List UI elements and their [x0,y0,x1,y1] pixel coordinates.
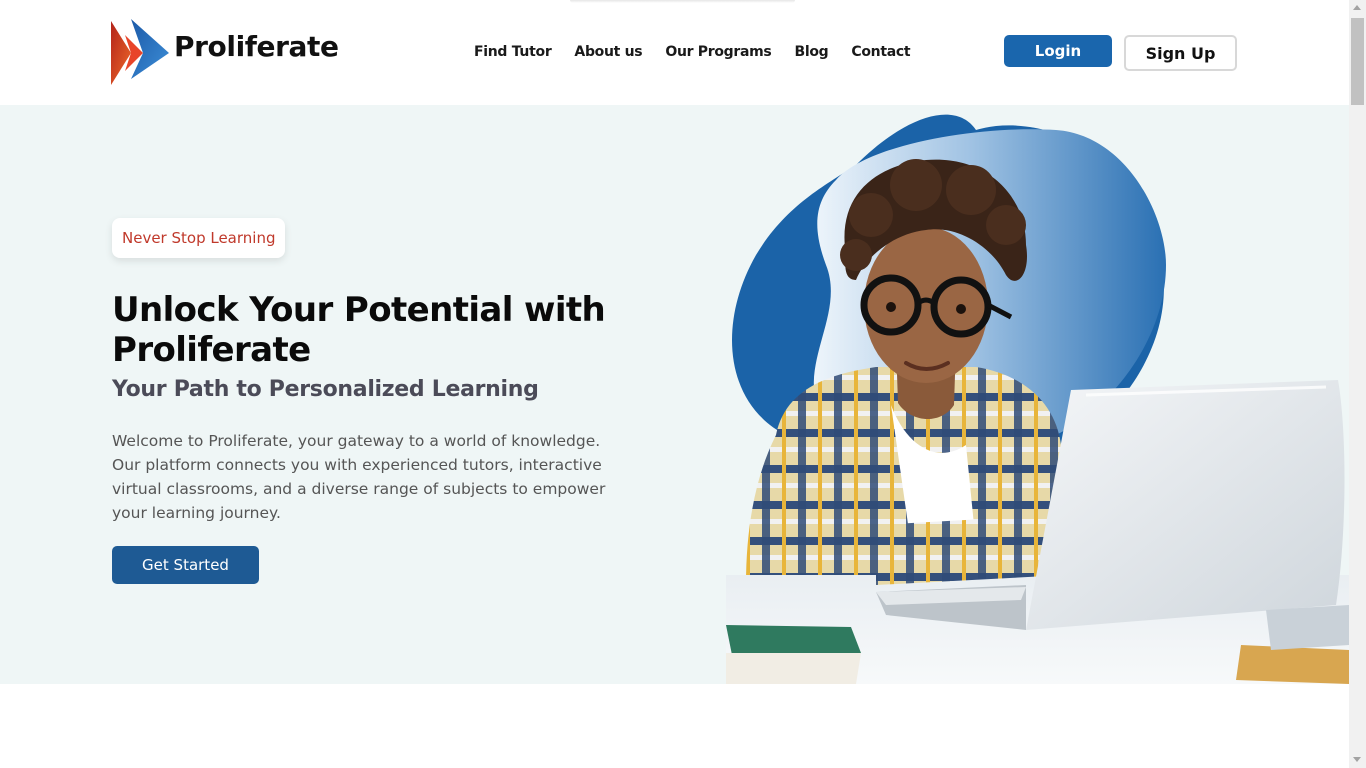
hero-headline: Unlock Your Potential with Proliferate [112,290,606,370]
nav-item-about-us[interactable]: About us [574,44,642,60]
student-with-laptop-illustration [726,114,1349,684]
hero-section: Never Stop Learning Unlock Your Potentia… [0,105,1349,684]
scroll-down-arrow-icon[interactable] [1353,757,1361,762]
nav-item-our-programs[interactable]: Our Programs [665,44,771,60]
get-started-button[interactable]: Get Started [112,546,259,584]
hero-description: Welcome to Proliferate, your gateway to … [112,432,606,522]
hero-subheadline: Your Path to Personalized Learning [112,377,539,402]
site-header: Proliferate Find Tutor About us Our Prog… [0,0,1349,105]
page: Proliferate Find Tutor About us Our Prog… [0,0,1366,768]
page-scrollbar[interactable] [1349,0,1366,768]
brand-logo[interactable]: Proliferate [111,19,339,85]
nav-item-blog[interactable]: Blog [794,44,828,60]
brand-name: Proliferate [174,30,339,63]
logo-mark-icon [111,19,169,85]
header-shadow [570,0,795,3]
hero-tag-badge: Never Stop Learning [112,218,286,258]
scroll-up-arrow-icon[interactable] [1353,5,1361,10]
nav-item-contact[interactable]: Contact [851,44,910,60]
main-nav: Find Tutor About us Our Programs Blog Co… [474,44,911,60]
signup-button[interactable]: Sign Up [1124,35,1237,71]
login-button[interactable]: Login [1004,35,1112,67]
scrollbar-thumb[interactable] [1351,18,1364,105]
nav-item-find-tutor[interactable]: Find Tutor [474,44,552,60]
